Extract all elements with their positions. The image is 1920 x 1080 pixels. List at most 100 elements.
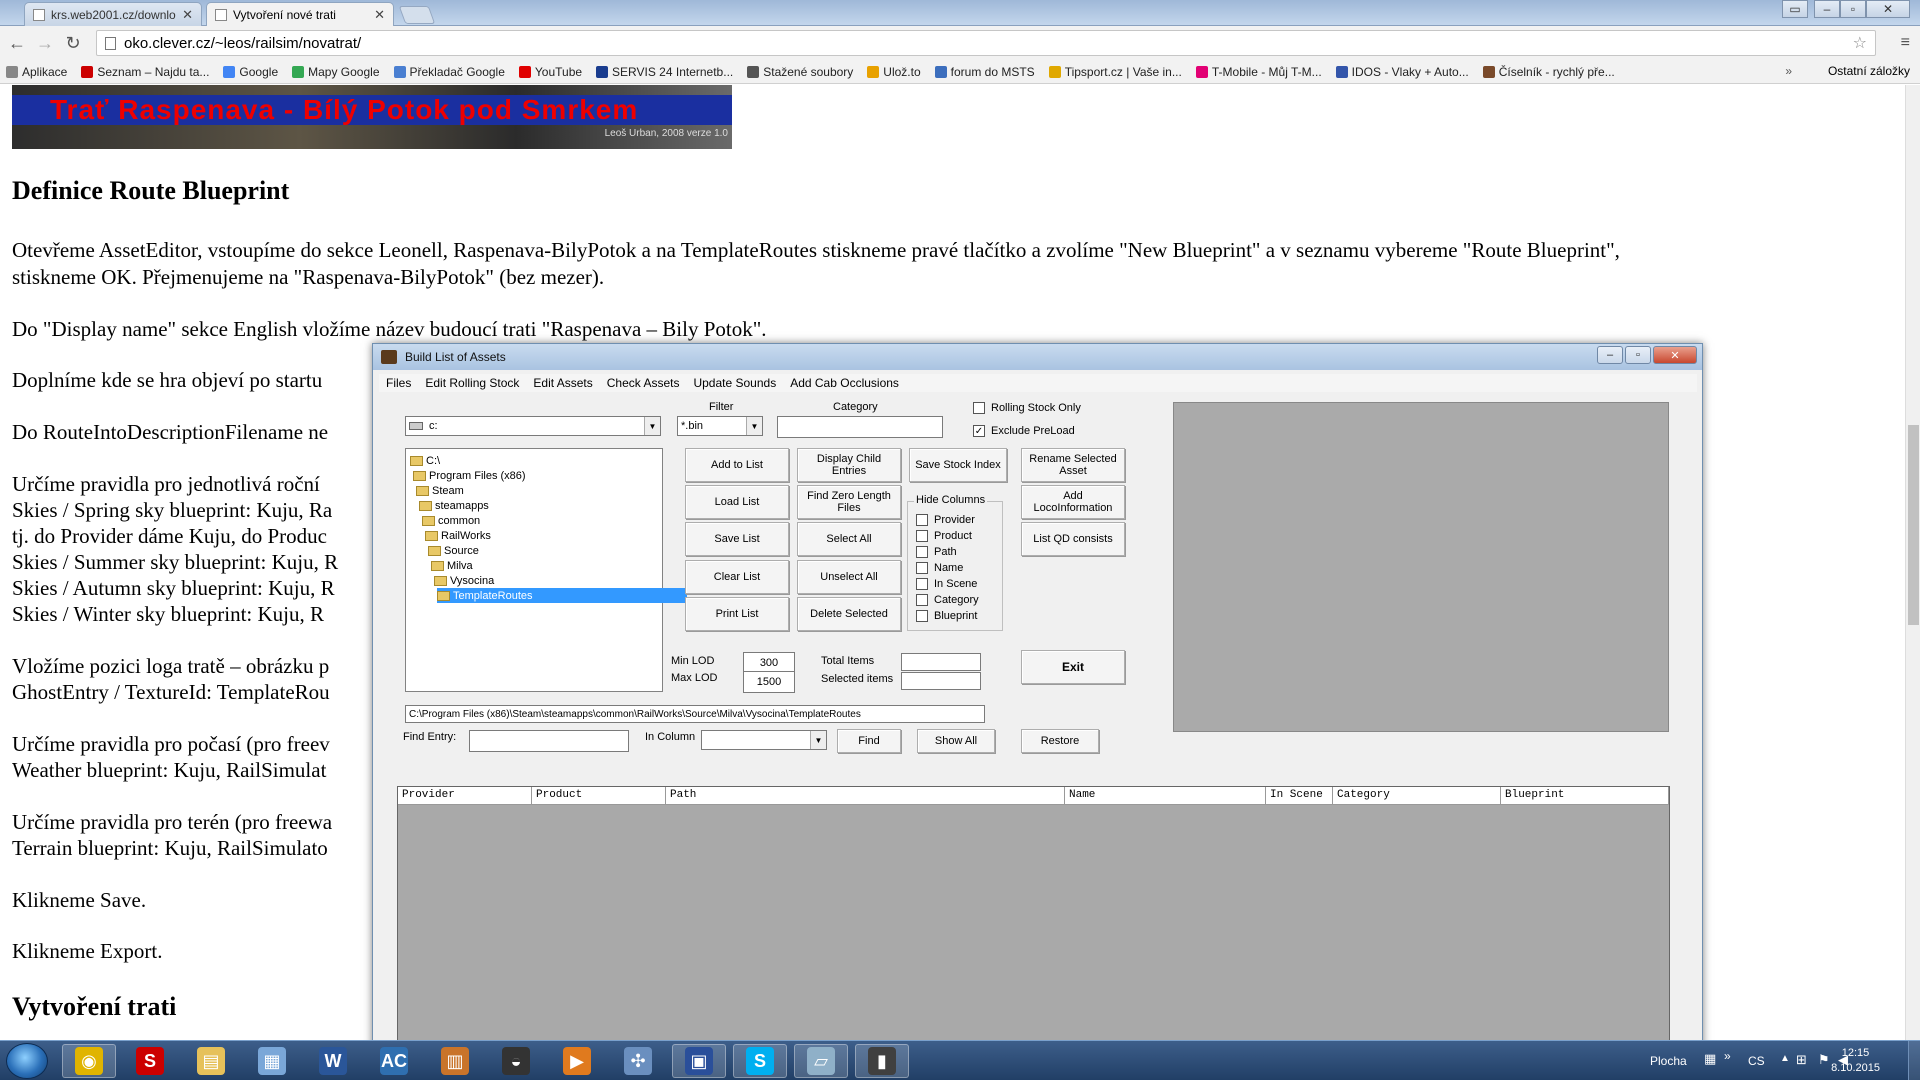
max-lod-input[interactable]: 1500 bbox=[743, 671, 795, 693]
bookmark-item[interactable]: IDOS - Vlaky + Auto... bbox=[1335, 65, 1469, 79]
hide-column-checkbox[interactable]: Provider bbox=[916, 514, 975, 526]
dialog-title-bar[interactable]: Build List of Assets bbox=[373, 344, 1702, 370]
list-qd-consists-button[interactable]: List QD consists bbox=[1021, 522, 1125, 556]
chevron-down-icon[interactable]: ▼ bbox=[810, 731, 826, 749]
chevron-down-icon[interactable]: ▼ bbox=[746, 417, 762, 435]
hide-column-checkbox[interactable]: Name bbox=[916, 562, 963, 574]
scroll-thumb[interactable] bbox=[1908, 425, 1919, 625]
rename-selected-asset-button[interactable]: Rename Selected Asset bbox=[1021, 448, 1125, 482]
find-entry-input[interactable] bbox=[469, 730, 629, 752]
tree-node[interactable]: Steam bbox=[416, 483, 464, 498]
clock[interactable]: 12:15 8.10.2015 bbox=[1831, 1046, 1880, 1076]
tree-node[interactable]: Source bbox=[428, 543, 479, 558]
hide-column-checkbox[interactable]: Product bbox=[916, 530, 972, 542]
clear-list-button[interactable]: Clear List bbox=[685, 560, 789, 594]
menu-icon[interactable]: ≡ bbox=[1901, 34, 1910, 52]
bookmark-item[interactable]: Ulož.to bbox=[867, 65, 921, 79]
desktop-toolbar-icon[interactable]: ▦ bbox=[1704, 1051, 1716, 1067]
bookmark-item[interactable]: SERVIS 24 Internetb... bbox=[596, 65, 733, 79]
page-scrollbar[interactable] bbox=[1905, 85, 1920, 1040]
taskbar-app[interactable]: ▶ bbox=[550, 1044, 604, 1078]
forward-icon[interactable]: → bbox=[34, 32, 56, 54]
start-button[interactable] bbox=[6, 1043, 48, 1079]
tree-node[interactable]: Program Files (x86) bbox=[413, 468, 526, 483]
checkbox-box[interactable] bbox=[916, 530, 928, 542]
bookmark-item[interactable]: Aplikace bbox=[6, 65, 67, 79]
menu-edit-assets[interactable]: Edit Assets bbox=[533, 376, 592, 390]
taskbar-app[interactable]: AC bbox=[367, 1044, 421, 1078]
close-icon[interactable]: ✕ bbox=[182, 7, 193, 23]
checkbox-box[interactable] bbox=[916, 562, 928, 574]
windows-flag-icon[interactable]: ⊞ bbox=[1796, 1052, 1807, 1068]
tab-vytvoreni[interactable]: Vytvoření nové trati ✕ bbox=[206, 2, 394, 26]
menu-update-sounds[interactable]: Update Sounds bbox=[693, 376, 776, 390]
hide-column-checkbox[interactable]: Category bbox=[916, 594, 979, 606]
tree-node[interactable]: C:\ bbox=[410, 453, 440, 468]
taskbar-app[interactable]: ▣ bbox=[672, 1044, 726, 1078]
taskbar-app[interactable]: ▤ bbox=[184, 1044, 238, 1078]
taskbar-app[interactable]: ▮ bbox=[855, 1044, 909, 1078]
tree-node[interactable]: TemplateRoutes bbox=[437, 588, 687, 603]
show-desktop-button[interactable] bbox=[1908, 1041, 1920, 1080]
tray-arrow-icon[interactable]: ▲ bbox=[1780, 1053, 1790, 1064]
menu-add-cab-occlusions[interactable]: Add Cab Occlusions bbox=[790, 376, 899, 390]
taskbar-app[interactable]: ▱ bbox=[794, 1044, 848, 1078]
tree-node[interactable]: RailWorks bbox=[425, 528, 491, 543]
add-to-list-button[interactable]: Add to List bbox=[685, 448, 789, 482]
column-blueprint[interactable]: Blueprint bbox=[1501, 787, 1669, 805]
close-icon[interactable]: ✕ bbox=[1653, 346, 1697, 364]
bookmark-item[interactable]: Seznam – Najdu ta... bbox=[81, 65, 209, 79]
taskbar-app[interactable]: ◒ bbox=[489, 1044, 543, 1078]
hide-column-checkbox[interactable]: Blueprint bbox=[916, 610, 977, 622]
print-list-button[interactable]: Print List bbox=[685, 597, 789, 631]
taskbar-app[interactable]: W bbox=[306, 1044, 360, 1078]
minimize-icon[interactable]: – bbox=[1814, 0, 1840, 18]
reload-icon[interactable]: ↻ bbox=[62, 32, 84, 54]
checkbox-box[interactable] bbox=[916, 578, 928, 590]
taskbar-app[interactable]: ▥ bbox=[428, 1044, 482, 1078]
address-bar[interactable]: oko.clever.cz/~leos/railsim/novatrat/ ☆ bbox=[96, 30, 1876, 56]
display-child-entries-button[interactable]: Display Child Entries bbox=[797, 448, 901, 482]
delete-selected-button[interactable]: Delete Selected bbox=[797, 597, 901, 631]
column-name[interactable]: Name bbox=[1065, 787, 1266, 805]
other-bookmarks[interactable]: Ostatní záložky bbox=[1810, 64, 1910, 78]
find-zero-length-files-button[interactable]: Find Zero Length Files bbox=[797, 485, 901, 519]
bookmark-item[interactable]: Google bbox=[223, 65, 278, 79]
bookmark-item[interactable]: T-Mobile - Můj T-M... bbox=[1195, 65, 1322, 79]
tree-node[interactable]: steamapps bbox=[419, 498, 489, 513]
bookmark-item[interactable]: YouTube bbox=[518, 65, 582, 79]
column-in-scene[interactable]: In Scene bbox=[1266, 787, 1333, 805]
column-provider[interactable]: Provider bbox=[398, 787, 532, 805]
assets-grid[interactable]: Provider Product Path Name In Scene Cate… bbox=[397, 786, 1670, 1056]
bookmark-item[interactable]: Tipsport.cz | Vaše in... bbox=[1048, 65, 1182, 79]
unselect-all-button[interactable]: Unselect All bbox=[797, 560, 901, 594]
show-all-button[interactable]: Show All bbox=[917, 729, 995, 753]
taskbar-app[interactable]: ✣ bbox=[611, 1044, 665, 1078]
checkbox-box[interactable] bbox=[973, 402, 985, 414]
drive-select[interactable]: c: ▼ bbox=[405, 416, 661, 436]
exclude-preload-checkbox[interactable]: ✓ Exclude PreLoad bbox=[973, 425, 1075, 437]
close-icon[interactable]: ✕ bbox=[374, 7, 385, 23]
tree-node[interactable]: Vysocina bbox=[434, 573, 494, 588]
select-all-button[interactable]: Select All bbox=[797, 522, 901, 556]
new-tab-button[interactable] bbox=[398, 6, 436, 24]
bookmarks-more-icon[interactable]: » bbox=[1785, 64, 1792, 78]
tree-node[interactable]: Milva bbox=[431, 558, 473, 573]
taskbar-app[interactable]: ▦ bbox=[245, 1044, 299, 1078]
taskbar-app[interactable]: ◉ bbox=[62, 1044, 116, 1078]
checkmark-icon[interactable]: ✓ bbox=[973, 425, 985, 437]
column-category[interactable]: Category bbox=[1333, 787, 1501, 805]
filter-select[interactable]: *.bin ▼ bbox=[677, 416, 763, 436]
rolling-stock-only-checkbox[interactable]: Rolling Stock Only bbox=[973, 402, 1081, 414]
language-indicator[interactable]: CS bbox=[1748, 1054, 1765, 1068]
add-locoinformation-button[interactable]: Add LocoInformation bbox=[1021, 485, 1125, 519]
toolbar-chevron-icon[interactable]: » bbox=[1724, 1049, 1731, 1063]
column-product[interactable]: Product bbox=[532, 787, 666, 805]
close-window-icon[interactable]: ✕ bbox=[1866, 0, 1910, 18]
minimize-icon[interactable]: – bbox=[1597, 346, 1623, 364]
taskbar-app[interactable]: S bbox=[733, 1044, 787, 1078]
column-path[interactable]: Path bbox=[666, 787, 1065, 805]
checkbox-box[interactable] bbox=[916, 610, 928, 622]
folder-tree[interactable]: C:\ Program Files (x86) Steam steamapps comm… bbox=[405, 448, 687, 692]
action-center-icon[interactable]: ⚑ bbox=[1818, 1052, 1830, 1068]
